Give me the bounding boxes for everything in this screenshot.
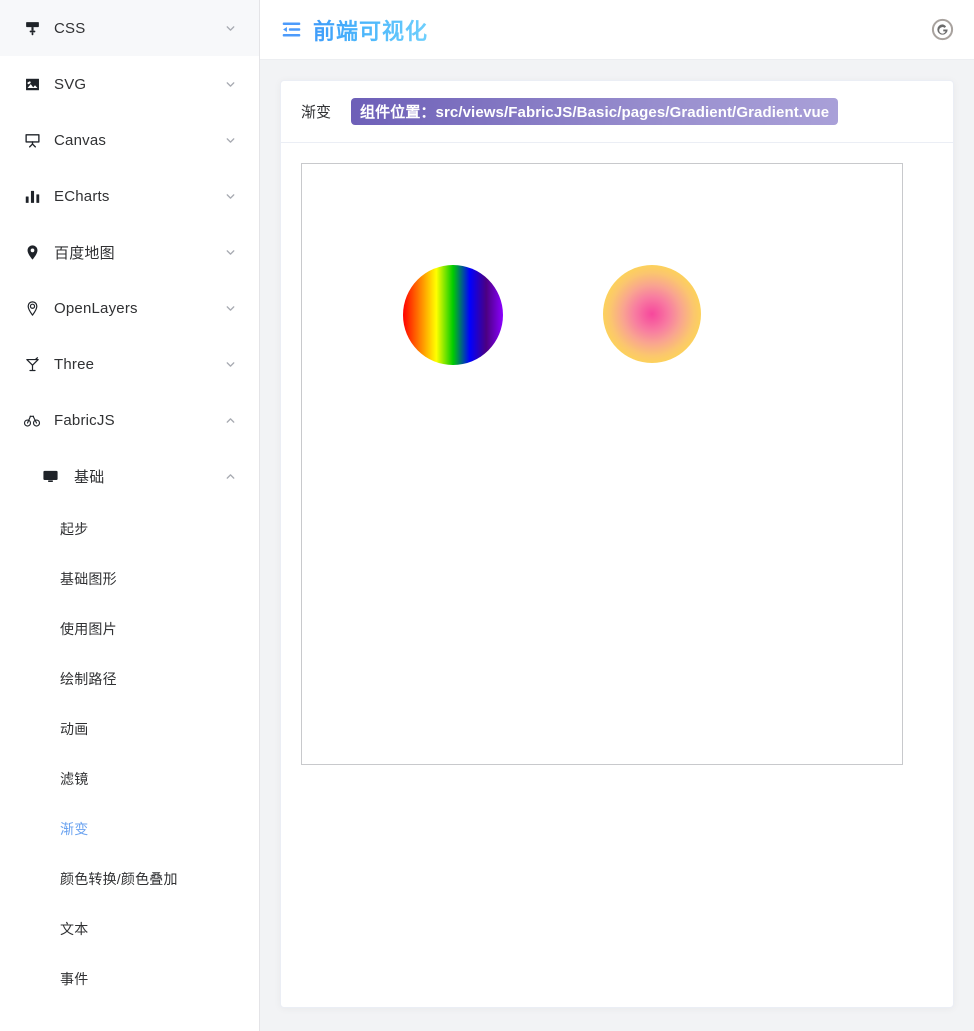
sidebar-item-label: CSS [54,19,86,37]
chevron-up-icon[interactable] [223,469,237,483]
sidebar-item-gradient[interactable]: 渐变 [0,804,259,854]
sidebar-item-canvas[interactable]: Canvas [0,112,259,168]
sidebar-item-svg[interactable]: SVG [0,56,259,112]
sidebar-item-label: SVG [54,75,87,93]
chevron-down-icon[interactable] [223,133,237,147]
sidebar-item-use-image[interactable]: 使用图片 [0,604,259,654]
chevron-down-icon[interactable] [223,21,237,35]
image-icon [22,74,42,94]
sidebar-item-label: 渐变 [60,821,89,837]
sidebar-item-label: Three [54,355,95,373]
sidebar-item-label: 滤镜 [60,771,89,787]
chevron-up-icon[interactable] [223,413,237,427]
sidebar-item-openlayers[interactable]: OpenLayers [0,280,259,336]
map-pin-icon [22,242,42,262]
sidebar-item-echarts[interactable]: ECharts [0,168,259,224]
menu-fold-icon[interactable] [280,19,302,41]
sidebar-item-css[interactable]: CSS [0,0,259,56]
chevron-down-icon[interactable] [223,301,237,315]
content-area: 渐变 组件位置：src/views/FabricJS/Basic/pages/G… [260,60,974,1031]
sidebar-item-animation[interactable]: 动画 [0,704,259,754]
sidebar-item-events[interactable]: 事件 [0,954,259,1004]
bar-chart-icon [22,186,42,206]
github-icon[interactable] [930,18,954,42]
sidebar-item-basic-shapes[interactable]: 基础图形 [0,554,259,604]
card-body [281,143,953,1007]
radial-gradient-circle[interactable] [603,265,701,363]
gradient-card: 渐变 组件位置：src/views/FabricJS/Basic/pages/G… [280,80,954,1008]
sidebar-item-label: 基础 [74,468,105,486]
sidebar-item-color-convert[interactable]: 颜色转换/颜色叠加 [0,854,259,904]
sidebar-item-qibu[interactable]: 起步 [0,504,259,554]
sidebar-group-fabricjs-basic: 基础 起步 基础图形 使用图片 绘制路径 动画 滤镜 渐变 颜色转换/颜色叠加 … [0,448,259,1004]
sidebar-item-label: 基础图形 [60,571,117,587]
main-area: 前端可视化 渐变 组件位置：src/views/FabricJS/Basic/p… [260,0,974,1031]
component-path-badge: 组件位置：src/views/FabricJS/Basic/pages/Grad… [351,98,839,125]
sidebar-item-fabricjs[interactable]: FabricJS [0,392,259,448]
sidebar-item-text[interactable]: 文本 [0,904,259,954]
easel-icon [22,130,42,150]
sidebar-item-baidu-map[interactable]: 百度地图 [0,224,259,280]
sidebar-submenu-basic: 起步 基础图形 使用图片 绘制路径 动画 滤镜 渐变 颜色转换/颜色叠加 文本 … [0,504,259,1004]
layers-pin-icon [22,298,42,318]
monitor-icon [40,466,60,486]
sidebar-item-label: OpenLayers [54,299,138,317]
sidebar-menu: CSS SVG Canvas ECharts 百度地图 OpenLayers T… [0,0,259,1004]
sidebar-item-label: 颜色转换/颜色叠加 [60,871,178,887]
brush-icon [22,18,42,38]
fabric-canvas[interactable] [301,163,903,765]
sidebar-item-label: 百度地图 [54,244,115,262]
sidebar-item-three[interactable]: Three [0,336,259,392]
card-header: 渐变 组件位置：src/views/FabricJS/Basic/pages/G… [281,81,953,143]
sidebar: CSS SVG Canvas ECharts 百度地图 OpenLayers T… [0,0,260,1031]
card-title: 渐变 [301,104,332,121]
sidebar-item-label: 事件 [60,971,89,987]
sidebar-item-label: Canvas [54,131,107,149]
topbar: 前端可视化 [260,0,974,60]
chevron-down-icon[interactable] [223,189,237,203]
sidebar-item-label: 动画 [60,721,89,737]
chevron-down-icon[interactable] [223,245,237,259]
sidebar-item-label: 绘制路径 [60,671,117,687]
bicycle-icon [22,410,42,430]
chevron-down-icon[interactable] [223,357,237,371]
sidebar-item-label: 起步 [60,521,89,537]
sidebar-item-filter[interactable]: 滤镜 [0,754,259,804]
sidebar-item-basic[interactable]: 基础 [0,448,259,504]
app-root: CSS SVG Canvas ECharts 百度地图 OpenLayers T… [0,0,974,1031]
sidebar-item-label: 文本 [60,921,89,937]
cocktail-icon [22,354,42,374]
linear-gradient-circle[interactable] [403,265,503,365]
page-title: 前端可视化 [313,14,428,46]
sidebar-item-label: 使用图片 [60,621,117,637]
chevron-down-icon[interactable] [223,77,237,91]
sidebar-item-label: ECharts [54,187,110,205]
sidebar-item-label: FabricJS [54,411,115,429]
sidebar-item-draw-path[interactable]: 绘制路径 [0,654,259,704]
